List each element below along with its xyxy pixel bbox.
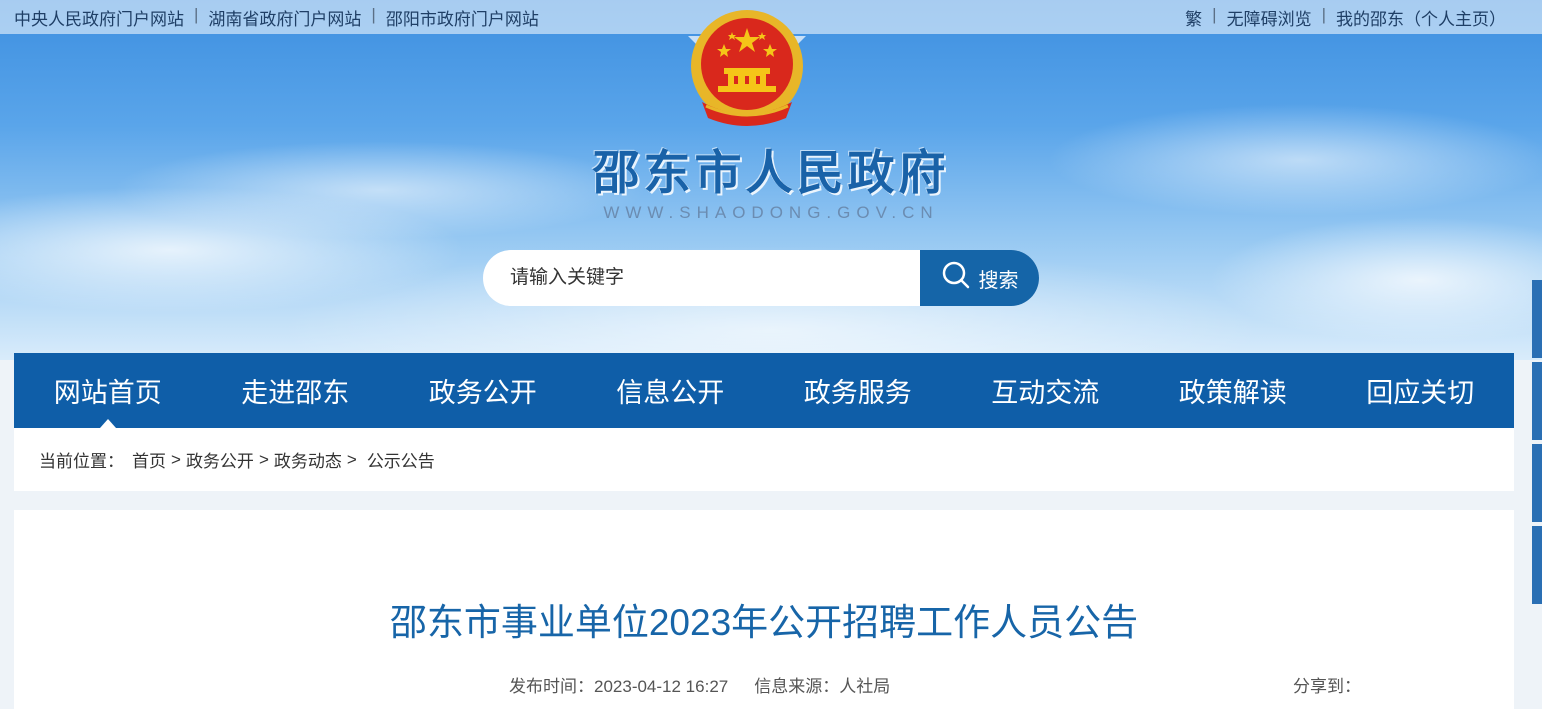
side-tab[interactable] xyxy=(1532,526,1542,604)
link-shaoyang-gov[interactable]: 邵阳市政府门户网站 xyxy=(386,5,539,30)
separator: | xyxy=(371,5,376,24)
separator: | xyxy=(1321,5,1326,24)
nav-item-interaction[interactable]: 互动交流 xyxy=(952,353,1140,428)
breadcrumb-prefix: 当前位置： xyxy=(39,452,124,471)
search-input[interactable] xyxy=(483,250,920,306)
breadcrumb-home[interactable]: 首页 xyxy=(132,447,166,472)
main-nav: 网站首页 走进邵东 政务公开 信息公开 政务服务 互动交流 政策解读 回应关切 xyxy=(14,353,1514,428)
nav-item-about-shaodong[interactable]: 走进邵东 xyxy=(202,353,390,428)
breadcrumb-separator: > xyxy=(346,449,357,469)
link-hunan-gov[interactable]: 湖南省政府门户网站 xyxy=(208,5,361,30)
link-central-gov[interactable]: 中央人民政府门户网站 xyxy=(14,5,184,30)
nav-item-policy-interpretation[interactable]: 政策解读 xyxy=(1139,353,1327,428)
site-domain: WWW.SHAODONG.GOV.CN xyxy=(603,203,939,222)
nav-item-government-affairs[interactable]: 政务公开 xyxy=(389,353,577,428)
side-tab[interactable] xyxy=(1532,362,1542,440)
top-links-left: 中央人民政府门户网站 | 湖南省政府门户网站 | 邵阳市政府门户网站 xyxy=(14,5,539,30)
article-panel: 邵东市事业单位2023年公开招聘工作人员公告 发布时间：2023-04-12 1… xyxy=(14,510,1514,709)
search-button[interactable]: 搜索 xyxy=(920,250,1039,306)
traditional-chinese-toggle[interactable]: 繁 xyxy=(1185,5,1202,30)
nav-item-home[interactable]: 网站首页 xyxy=(14,353,202,428)
search-icon xyxy=(941,260,971,296)
side-floating-tabs xyxy=(1532,280,1542,608)
side-tab[interactable] xyxy=(1532,444,1542,522)
side-tab[interactable] xyxy=(1532,280,1542,358)
national-emblem-icon xyxy=(688,6,806,130)
breadcrumb-government-affairs[interactable]: 政务公开 xyxy=(186,447,254,472)
article-meta: 发布时间：2023-04-12 16:27 信息来源：人社局 xyxy=(509,672,890,697)
publish-label: 发布时间： xyxy=(509,677,594,696)
source-label: 信息来源： xyxy=(754,677,840,696)
personal-page-link[interactable]: 我的邵东（个人主页） xyxy=(1336,5,1506,30)
separator: | xyxy=(1212,5,1217,24)
article-title: 邵东市事业单位2023年公开招聘工作人员公告 xyxy=(389,602,1139,643)
info-source: 信息来源：人社局 xyxy=(754,672,890,697)
nav-item-government-services[interactable]: 政务服务 xyxy=(764,353,952,428)
site-title: 邵东市人民政府 xyxy=(592,146,950,201)
search-bar: 搜索 xyxy=(483,250,1039,306)
top-links-right: 繁 | 无障碍浏览 | 我的邵东（个人主页） xyxy=(1185,5,1506,30)
publish-time: 发布时间：2023-04-12 16:27 xyxy=(509,672,728,697)
breadcrumb-news[interactable]: 政务动态 xyxy=(274,447,342,472)
source-value: 人社局 xyxy=(839,677,891,696)
publish-time-value: 2023-04-12 16:27 xyxy=(594,677,729,696)
breadcrumb-separator: > xyxy=(171,449,181,469)
accessibility-link[interactable]: 无障碍浏览 xyxy=(1227,5,1312,30)
breadcrumb-announcements[interactable]: 公示公告 xyxy=(367,447,435,472)
breadcrumb: 当前位置： 首页 > 政务公开 > 政务动态 > 公示公告 xyxy=(14,428,1514,491)
search-button-label: 搜索 xyxy=(978,269,1019,292)
nav-item-information-disclosure[interactable]: 信息公开 xyxy=(577,353,765,428)
separator: | xyxy=(194,5,199,24)
share-label: 分享到： xyxy=(1293,677,1361,696)
nav-item-responses[interactable]: 回应关切 xyxy=(1327,353,1515,428)
breadcrumb-separator: > xyxy=(258,449,269,469)
